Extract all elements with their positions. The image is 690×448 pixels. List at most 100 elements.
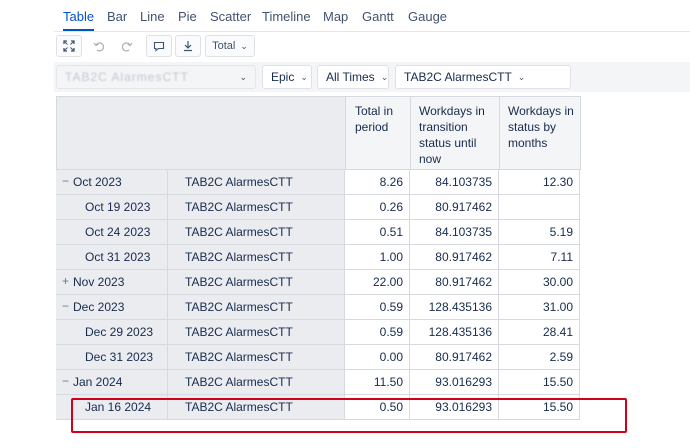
issue-cell[interactable]: TAB2C AlarmesCTT bbox=[168, 170, 345, 194]
download-icon bbox=[184, 41, 192, 52]
until-now-cell: 80.917462 bbox=[410, 195, 499, 219]
issue-filter[interactable]: TAB2C AlarmesCTT ⌄ bbox=[395, 65, 571, 89]
issue-cell[interactable]: TAB2C AlarmesCTT bbox=[168, 195, 345, 219]
issue-label: TAB2C AlarmesCTT bbox=[185, 200, 293, 214]
tab-line[interactable]: Line bbox=[140, 9, 165, 24]
issue-cell[interactable]: TAB2C AlarmesCTT bbox=[168, 245, 345, 269]
period-cell[interactable]: Dec 31 2023 bbox=[56, 345, 168, 369]
comment-button[interactable] bbox=[146, 35, 172, 57]
collapse-icon[interactable]: − bbox=[62, 374, 69, 388]
tab-gantt[interactable]: Gantt bbox=[362, 9, 394, 24]
issue-label: TAB2C AlarmesCTT bbox=[185, 325, 293, 339]
table-row: − Oct 2023 TAB2C AlarmesCTT 8.26 84.103735 12… bbox=[56, 170, 580, 195]
period-cell[interactable]: Oct 31 2023 bbox=[56, 245, 168, 269]
until-now-value: 80.917462 bbox=[435, 250, 492, 264]
column-header-workdays-by-months[interactable]: Workdays in status by months bbox=[508, 103, 576, 151]
issue-cell[interactable]: TAB2C AlarmesCTT bbox=[168, 270, 345, 294]
tab-pie[interactable]: Pie bbox=[178, 9, 197, 24]
until-now-value: 80.917462 bbox=[435, 200, 492, 214]
by-months-value: 2.59 bbox=[549, 350, 573, 364]
chevron-down-icon: ⌄ bbox=[517, 71, 526, 82]
column-header-workdays-transition[interactable]: Workdays in transition status until now bbox=[419, 103, 497, 167]
period-cell[interactable]: Oct 24 2023 bbox=[56, 220, 168, 244]
time-filter[interactable]: All Times ⌄ bbox=[317, 65, 389, 89]
period-cell[interactable]: + Nov 2023 bbox=[56, 270, 168, 294]
by-months-value: 7.11 bbox=[550, 250, 573, 264]
total-cell: 22.00 bbox=[345, 270, 410, 294]
fullscreen-button[interactable] bbox=[56, 35, 82, 57]
issue-cell[interactable]: TAB2C AlarmesCTT bbox=[168, 345, 345, 369]
issue-label: TAB2C AlarmesCTT bbox=[185, 350, 293, 364]
period-cell[interactable]: − Dec 2023 bbox=[56, 295, 168, 319]
issue-cell[interactable]: TAB2C AlarmesCTT bbox=[168, 370, 345, 394]
download-button[interactable] bbox=[175, 35, 201, 57]
issue-label: TAB2C AlarmesCTT bbox=[185, 300, 293, 314]
epic-filter[interactable]: Epic ⌄ bbox=[262, 65, 312, 89]
by-months-cell: 15.50 bbox=[499, 370, 580, 394]
total-value: 0.59 bbox=[379, 300, 403, 314]
collapse-icon[interactable]: − bbox=[62, 174, 69, 188]
total-value: 0.26 bbox=[379, 200, 403, 214]
period-cell[interactable]: − Oct 2023 bbox=[56, 170, 168, 194]
table-row: + Nov 2023 TAB2C AlarmesCTT 22.00 80.917462 3… bbox=[56, 270, 580, 295]
issue-cell[interactable]: TAB2C AlarmesCTT bbox=[168, 320, 345, 344]
collapse-icon[interactable]: − bbox=[62, 299, 69, 313]
period-cell[interactable]: Oct 19 2023 bbox=[56, 195, 168, 219]
by-months-value: 31.00 bbox=[542, 300, 573, 314]
time-filter-label: All Times bbox=[326, 70, 375, 84]
issue-label: TAB2C AlarmesCTT bbox=[185, 250, 293, 264]
tab-timeline[interactable]: Timeline bbox=[262, 9, 311, 24]
chevron-down-icon: ⌄ bbox=[380, 71, 389, 82]
issue-cell[interactable]: TAB2C AlarmesCTT bbox=[168, 295, 345, 319]
until-now-cell: 84.103735 bbox=[410, 170, 499, 194]
table-row: − Dec 2023 TAB2C AlarmesCTT 0.59 128.435136 3… bbox=[56, 295, 580, 320]
table-top-border bbox=[56, 96, 581, 97]
until-now-cell: 128.435136 bbox=[410, 320, 499, 344]
issue-filter-label: TAB2C AlarmesCTT bbox=[404, 70, 512, 84]
by-months-value: 30.00 bbox=[542, 275, 573, 289]
until-now-value: 128.435136 bbox=[428, 300, 492, 314]
total-value: 8.26 bbox=[379, 175, 403, 189]
header-divider bbox=[580, 96, 581, 169]
total-cell: 0.00 bbox=[345, 345, 410, 369]
tab-bar[interactable]: Bar bbox=[107, 9, 127, 24]
by-months-cell bbox=[499, 195, 580, 219]
tab-table[interactable]: Table bbox=[63, 9, 94, 24]
redo-icon bbox=[121, 42, 133, 52]
by-months-cell: 31.00 bbox=[499, 295, 580, 319]
tab-scatter[interactable]: Scatter bbox=[210, 9, 251, 24]
period-label: Jan 2024 bbox=[73, 375, 123, 389]
until-now-cell: 128.435136 bbox=[410, 295, 499, 319]
total-cell: 0.59 bbox=[345, 320, 410, 344]
period-label: Dec 31 2023 bbox=[85, 350, 154, 364]
tabs-divider bbox=[54, 31, 690, 32]
table-row: Dec 29 2023 TAB2C AlarmesCTT 0.59 128.43513… bbox=[56, 320, 580, 345]
by-months-cell: 30.00 bbox=[499, 270, 580, 294]
issue-label: TAB2C AlarmesCTT bbox=[185, 175, 293, 189]
total-value: 22.00 bbox=[372, 275, 403, 289]
period-cell[interactable]: − Jan 2024 bbox=[56, 370, 168, 394]
issue-label: TAB2C AlarmesCTT bbox=[185, 275, 293, 289]
period-label: Dec 2023 bbox=[73, 300, 125, 314]
redo-button[interactable] bbox=[115, 35, 139, 57]
highlight-annotation bbox=[71, 398, 627, 433]
undo-button[interactable] bbox=[87, 35, 111, 57]
total-dropdown[interactable]: Total ⌄ bbox=[205, 35, 255, 57]
issue-label: TAB2C AlarmesCTT bbox=[185, 375, 293, 389]
tab-map[interactable]: Map bbox=[323, 9, 348, 24]
issue-cell[interactable]: TAB2C AlarmesCTT bbox=[168, 220, 345, 244]
expand-icon[interactable]: + bbox=[62, 274, 69, 288]
by-months-cell: 28.41 bbox=[499, 320, 580, 344]
column-header-total-in-period[interactable]: Total in period bbox=[355, 103, 405, 135]
period-cell[interactable]: Dec 29 2023 bbox=[56, 320, 168, 344]
total-cell: 11.50 bbox=[345, 370, 410, 394]
total-value: 0.59 bbox=[379, 325, 403, 339]
page-filter-chip[interactable]: TAB2C AlarmesCTT ⌄ bbox=[56, 65, 256, 89]
total-cell: 0.59 bbox=[345, 295, 410, 319]
by-months-cell: 2.59 bbox=[499, 345, 580, 369]
until-now-cell: 93.016293 bbox=[410, 370, 499, 394]
by-months-value: 5.19 bbox=[549, 225, 573, 239]
until-now-value: 84.103735 bbox=[435, 225, 492, 239]
until-now-value: 128.435136 bbox=[428, 325, 492, 339]
tab-gauge[interactable]: Gauge bbox=[408, 9, 447, 24]
